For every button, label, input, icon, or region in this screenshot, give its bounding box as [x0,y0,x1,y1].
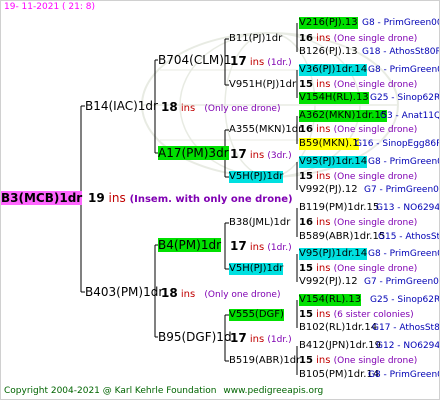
gen4-breed-code: G13 - NO6294R [376,203,440,213]
gen2-queen[interactable]: B704(CLM)1 [158,53,232,67]
gen4-queen[interactable]: B102(RL)1dr.14 [299,322,377,334]
gen3-queen[interactable]: B519(ABR)1dr [229,355,300,367]
gen3-insemination: 16 ins (One single drone) [299,33,418,44]
gen4-breed-code: G25 - Sinop62R [370,295,440,305]
gen3-queen[interactable]: B11(PJ)1dr [229,33,282,45]
gen4-breed-code: G8 - PrimGreen00 [368,370,440,380]
website-link[interactable]: www.pedigreeapis.org [223,386,323,396]
gen4-breed-code: G3 - Anat11Q [380,111,440,121]
gen1-insemination: 18 ins (Only one drone) [161,100,281,114]
gen4-breed-code: G8 - PrimGreen00 [368,157,440,167]
gen2-queen[interactable]: B95(DGF)1d [158,330,232,344]
gen4-breed-code: G17 - AthosSt80R [372,323,440,333]
gen3-insemination: 15 ins (6 sister colonies) [299,309,414,320]
gen4-breed-code: G8 - PrimGreen00 [362,18,440,28]
gen2-insemination: 17 ins (1dr.) [230,239,292,253]
gen4-breed-code: G25 - Sinop62R [370,93,440,103]
gen1-queen[interactable]: B403(PM)1dr [85,285,163,299]
pedigree-chart: 19- 11-2021 ( 21: 8) B3(MCB)1dr 19 ins (… [0,0,440,400]
gen3-insemination: 15 ins (One single drone) [299,171,418,182]
gen3-queen[interactable]: V951H(PJ)1dr [229,79,296,91]
gen1-insemination: 18 ins (Only one drone) [161,286,281,300]
gen4-queen[interactable]: B119(PM)1dr.15 [299,202,379,214]
gen4-queen[interactable]: B126(PJ).13 [299,46,358,58]
copyright-footer: Copyright 2004-2021 @ Karl Kehrle Founda… [4,386,323,396]
gen2-queen[interactable]: A17(PM)3dr [158,146,229,160]
gen3-queen[interactable]: V5H(PJ)1dr [229,263,284,275]
gen4-queen[interactable]: V154H(RL).13 [299,92,369,104]
gen4-breed-code: G15 - AthosSt80R [378,232,440,242]
gen4-queen[interactable]: B59(MKN).1 [299,138,359,150]
gen3-insemination: 16 ins (One single drone) [299,217,418,228]
gen4-breed-code: G7 - PrimGreen00 [364,185,440,195]
gen3-insemination: 15 ins (One single drone) [299,355,418,366]
gen4-queen[interactable]: A362(MKN)1dr.15 [299,110,388,122]
gen4-queen[interactable]: V95(PJ)1dr.14 [299,248,368,260]
root-insemination: 19 ins (Insem. with only one drone) [88,191,293,205]
gen4-queen[interactable]: B412(JPN)1dr.19 [299,340,381,352]
gen2-insemination: 17 ins (1dr.) [230,54,292,68]
gen3-queen[interactable]: B38(JML)1dr [229,217,290,229]
copyright-text: Copyright 2004-2021 @ Karl Kehrle Founda… [4,386,217,396]
gen3-queen[interactable]: V555(DGF) [229,309,284,321]
gen2-insemination: 17 ins (3dr.) [230,147,292,161]
gen4-breed-code: G12 - NO6294R [376,341,440,351]
gen3-queen[interactable]: V5H(PJ)1dr [229,171,284,183]
gen4-queen[interactable]: V95(PJ)1dr.14 [299,156,368,168]
gen2-queen[interactable]: B4(PM)1dr [158,238,222,252]
gen4-queen[interactable]: V992(PJ).12 [299,276,358,288]
gen4-queen[interactable]: V36(PJ)1dr.14 [299,64,368,76]
gen3-queen[interactable]: A355(MKN)1dr [229,124,302,136]
gen2-insemination: 17 ins (1dr.) [230,331,292,345]
gen3-insemination: 16 ins (One single drone) [299,124,418,135]
gen3-insemination: 15 ins (One single drone) [299,263,418,274]
gen4-queen[interactable]: V992(PJ).12 [299,184,358,196]
gen1-queen[interactable]: B14(IAC)1dr [85,99,158,113]
gen4-breed-code: G7 - PrimGreen00 [364,277,440,287]
gen4-queen[interactable]: V216(PJ).13 [299,17,358,29]
gen4-queen[interactable]: B589(ABR)1dr.15 [299,231,385,243]
gen4-queen[interactable]: V154(RL).13 [299,294,362,306]
gen4-breed-code: G8 - PrimGreen00 [368,249,440,259]
root-queen[interactable]: B3(MCB)1dr [1,191,83,205]
gen4-breed-code: G16 - SinopEgg86R [355,139,440,149]
gen3-insemination: 15 ins (One single drone) [299,79,418,90]
gen4-breed-code: G18 - AthosSt80R [362,47,440,57]
gen4-breed-code: G8 - PrimGreen00 [368,65,440,75]
